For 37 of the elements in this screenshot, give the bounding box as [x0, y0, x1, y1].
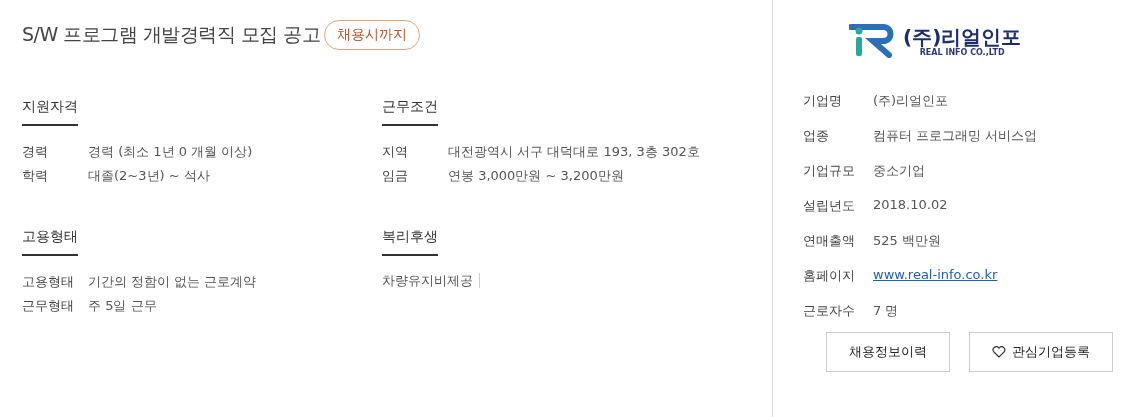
info-value: 중소기업 — [873, 162, 925, 180]
field-value: 대졸(2~3년) ~ 석사 — [88, 167, 210, 185]
info-label: 연매출액 — [803, 232, 856, 250]
info-label: 업종 — [803, 127, 830, 145]
history-button[interactable]: 채용정보이력 — [826, 332, 950, 372]
info-value: 2018.10.02 — [873, 197, 948, 212]
field-value: 경력 (최소 1년 0 개월 이상) — [88, 143, 253, 161]
info-value: 컴퓨터 프로그래밍 서비스업 — [873, 127, 1038, 145]
field-label: 고용형태 — [22, 273, 75, 291]
info-value: (주)리얼인포 — [873, 92, 949, 110]
field-label: 지역 — [382, 143, 409, 161]
section-heading: 근무조건 — [382, 98, 438, 126]
field-label: 근무형태 — [22, 297, 75, 315]
info-value: 525 백만원 — [873, 232, 941, 250]
homepage-link[interactable]: www.real-info.co.kr — [873, 267, 998, 282]
job-title: S/W 프로그램 개발경력직 모집 공고 — [22, 22, 321, 47]
info-label: 설립년도 — [803, 197, 856, 215]
benefit-tag: 차량유지비제공 — [382, 273, 480, 288]
section-heading: 복리후생 — [382, 228, 438, 256]
favorite-button[interactable]: 관심기업등록 — [969, 332, 1113, 372]
field-value: 대전광역시 서구 대덕대로 193, 3층 302호 — [448, 143, 700, 161]
info-label: 기업규모 — [803, 162, 856, 180]
info-label: 근로자수 — [803, 302, 856, 320]
field-value: 연봉 3,000만원 ~ 3,200만원 — [448, 167, 624, 185]
info-label: 홈페이지 — [803, 267, 856, 285]
heart-icon — [992, 346, 1006, 358]
field-value: 기간의 정함이 없는 근로계약 — [88, 273, 257, 291]
company-logo-subtitle: REAL INFO CO.,LTD — [919, 47, 1005, 57]
info-label: 기업명 — [803, 92, 843, 110]
company-logo-name: (주)리얼인포 — [903, 25, 1022, 48]
section-heading: 고용형태 — [22, 228, 78, 256]
field-label: 경력 — [22, 143, 49, 161]
section-heading: 지원자격 — [22, 98, 78, 126]
info-value: 7 명 — [873, 302, 899, 320]
field-label: 임금 — [382, 167, 409, 185]
field-value: 주 5일 근무 — [88, 297, 157, 315]
field-label: 학력 — [22, 167, 49, 185]
